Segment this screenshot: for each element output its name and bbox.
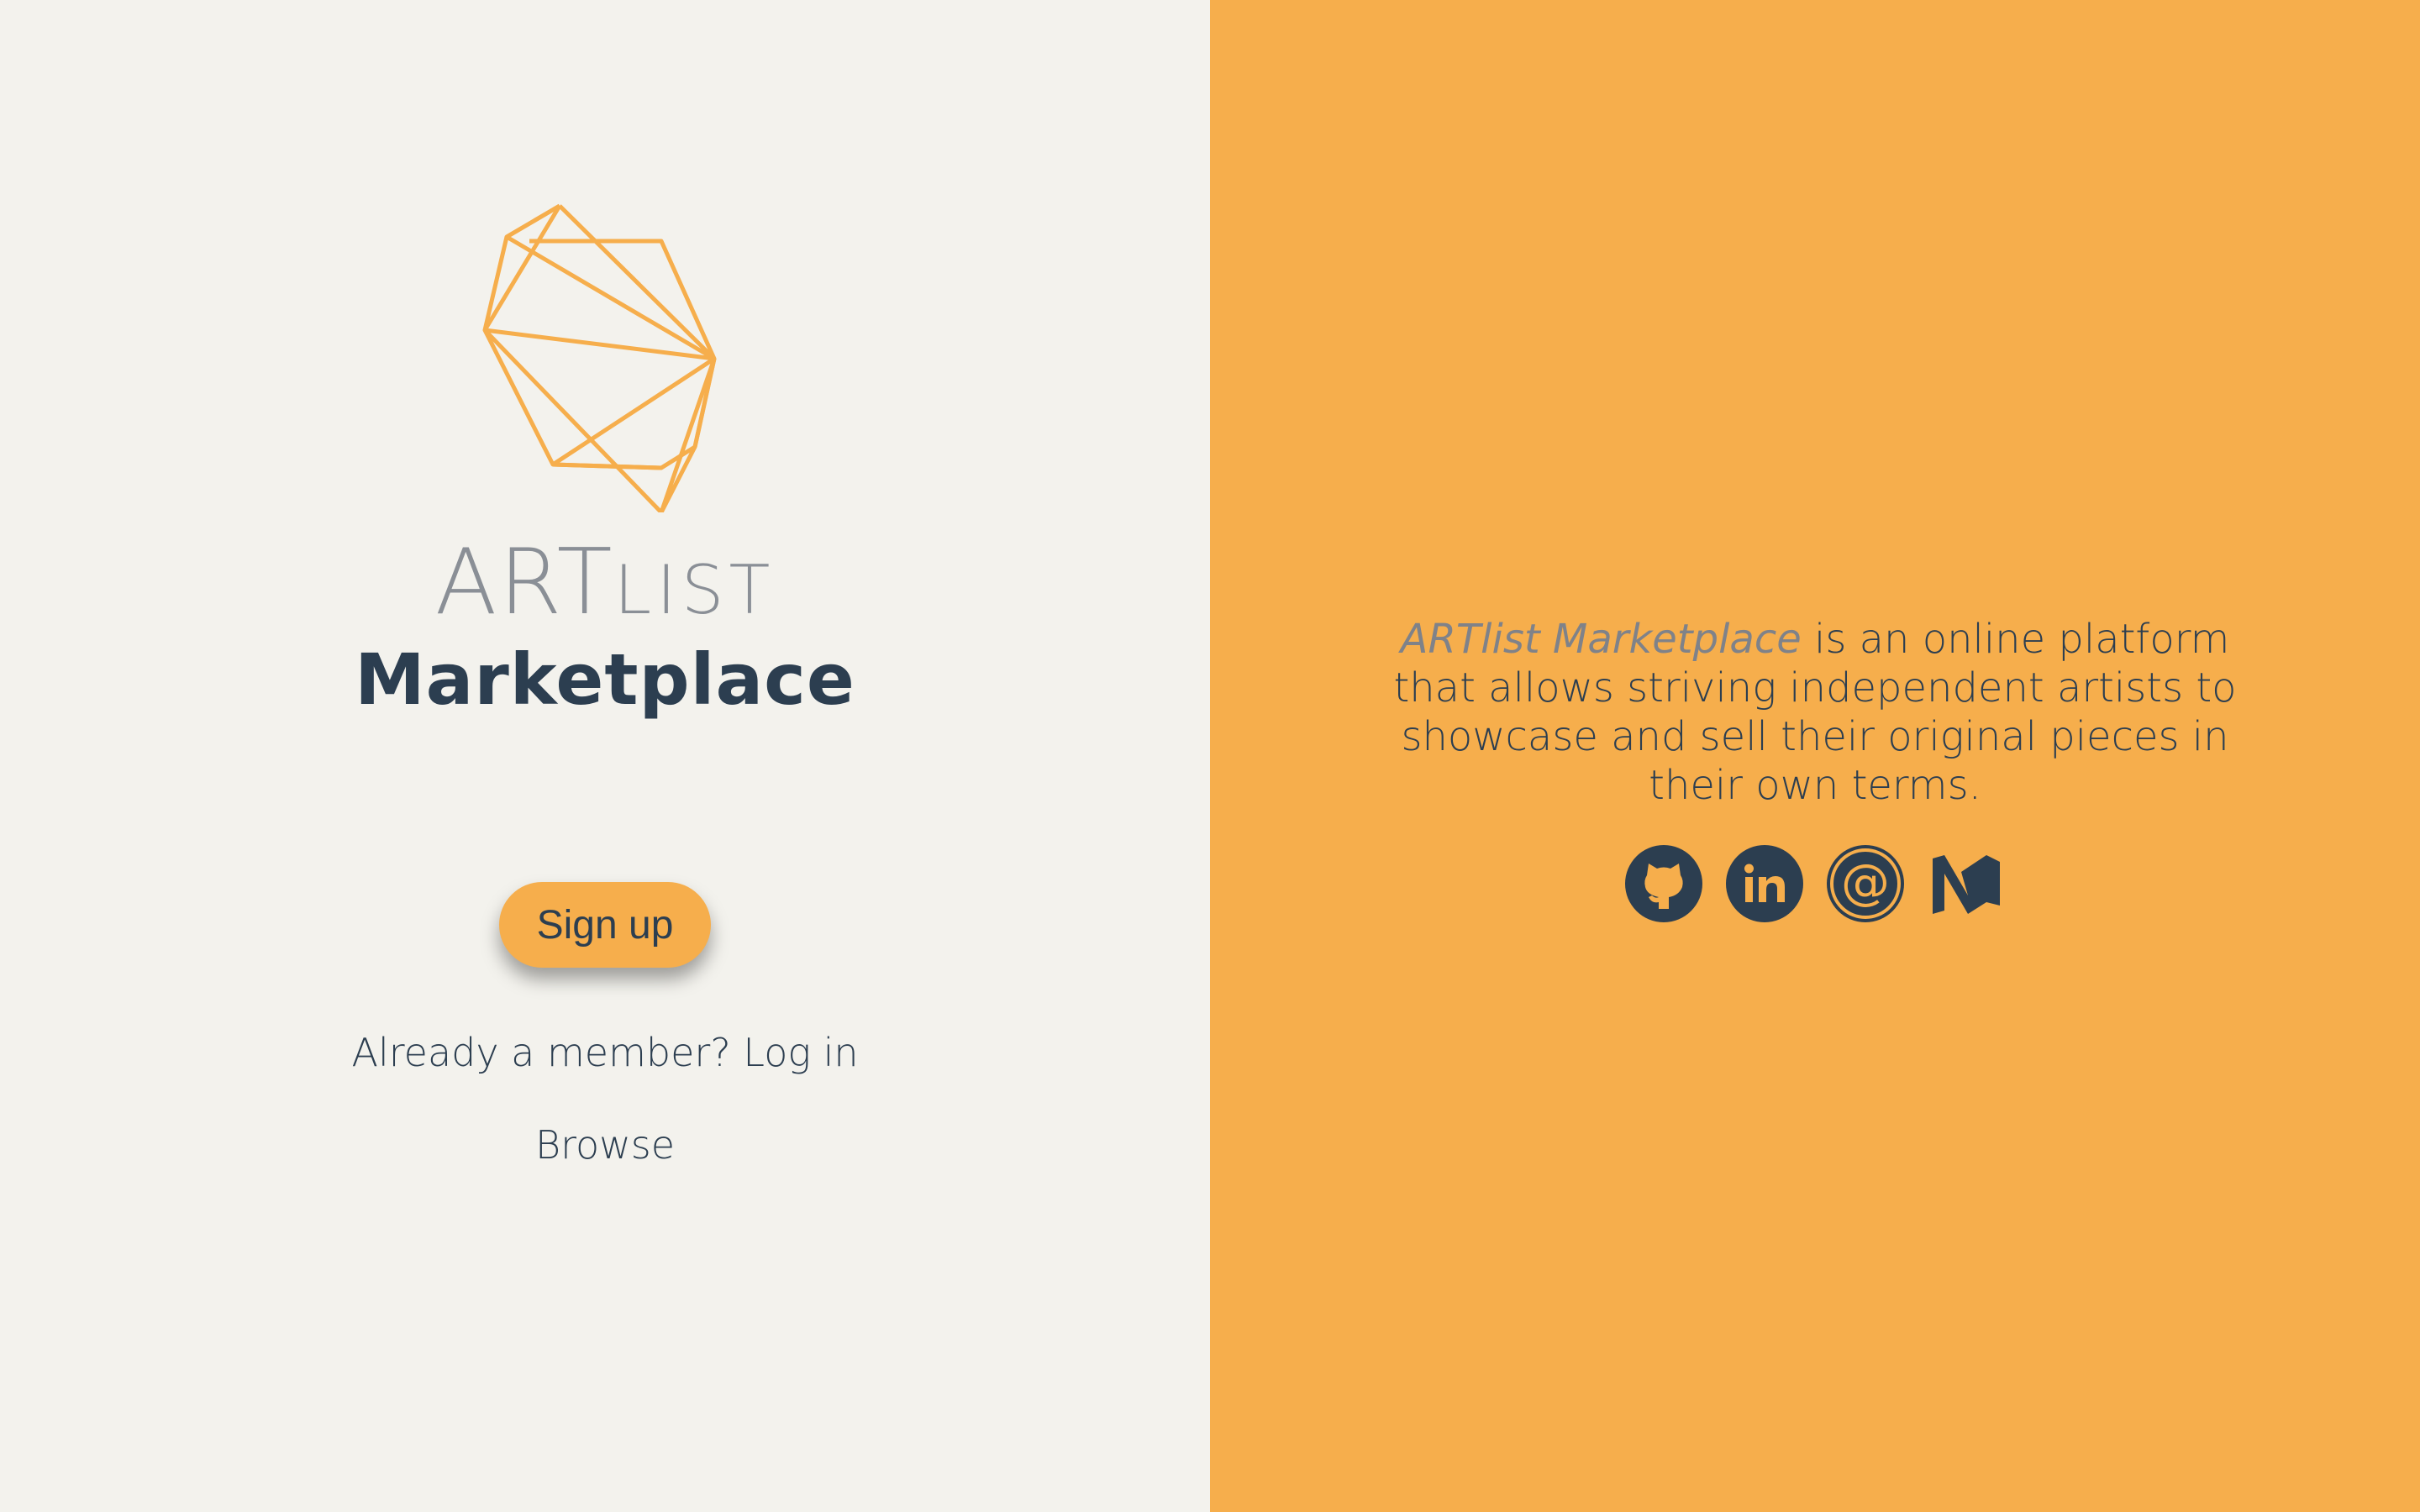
- geometric-gem-logo-icon: [482, 203, 717, 512]
- brand-name-big: ART: [434, 530, 614, 635]
- brand-name-small: LIST: [613, 551, 776, 629]
- member-prompt-text: Already a member?: [351, 1030, 731, 1075]
- login-link[interactable]: Log in: [743, 1030, 858, 1075]
- left-panel: ARTLIST Marketplace Sign up Already a me…: [0, 0, 1210, 1512]
- social-links: @: [1210, 843, 2420, 924]
- right-panel: ARTlist Marketplace is an online platfor…: [1210, 0, 2420, 1512]
- linkedin-icon[interactable]: [1724, 843, 1805, 924]
- about-brand-phrase: ARTlist Marketplace: [1400, 616, 1802, 663]
- brand-subtitle: Marketplace: [355, 638, 855, 721]
- about-description: ARTlist Marketplace is an online platfor…: [1378, 615, 2252, 810]
- email-icon[interactable]: @: [1825, 843, 1906, 924]
- landing-page: ARTLIST Marketplace Sign up Already a me…: [0, 0, 2420, 1512]
- brand-wordmark: ARTLIST: [0, 538, 1210, 628]
- github-icon[interactable]: [1623, 843, 1704, 924]
- svg-text:@: @: [1841, 853, 1890, 911]
- browse-link[interactable]: Browse: [0, 1122, 1210, 1168]
- signup-button[interactable]: Sign up: [499, 882, 711, 968]
- medium-icon[interactable]: [1926, 843, 2007, 924]
- member-prompt-line: Already a member? Log in: [0, 1030, 1210, 1075]
